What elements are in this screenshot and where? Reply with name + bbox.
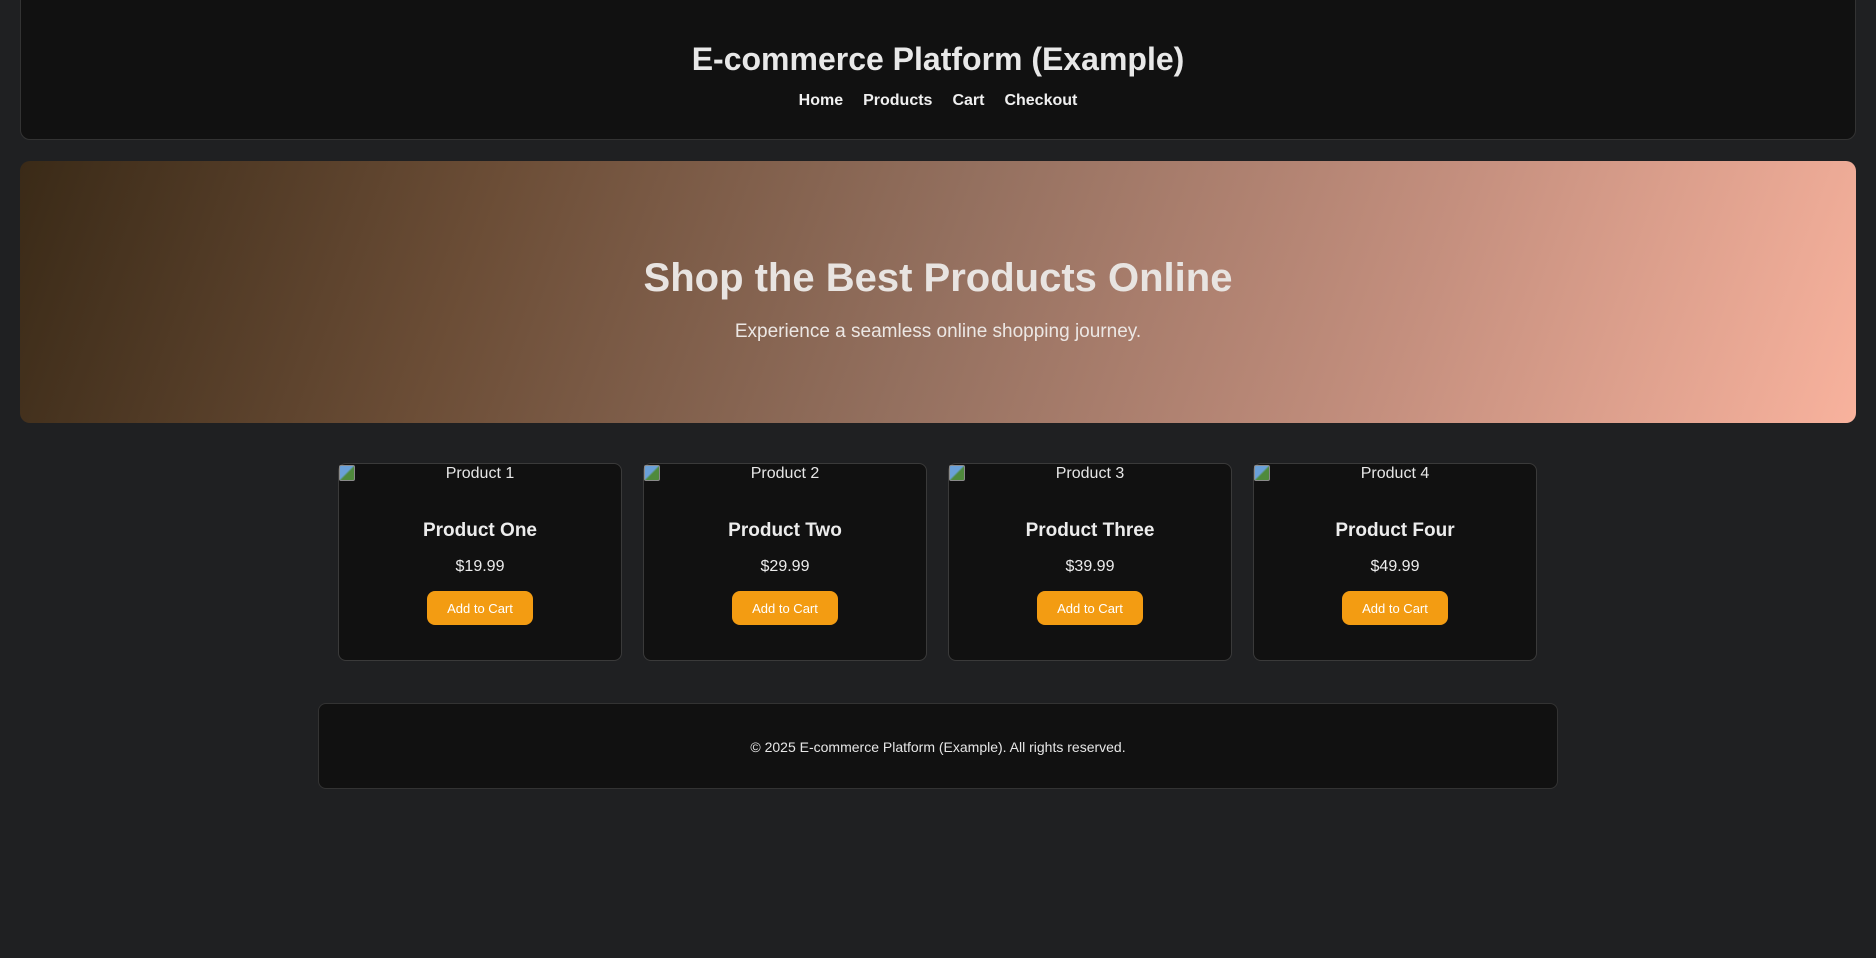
- copyright-text: © 2025 E-commerce Platform (Example). Al…: [750, 739, 1126, 755]
- broken-image-icon: [339, 465, 355, 481]
- broken-image-icon: [949, 465, 965, 481]
- product-name: Product Four: [1335, 520, 1455, 541]
- add-to-cart-button[interactable]: Add to Cart: [1342, 591, 1448, 625]
- product-card: Product 4 Product Four $49.99 Add to Car…: [1253, 463, 1537, 661]
- broken-image-icon: [1254, 465, 1270, 481]
- nav-link-home[interactable]: Home: [799, 92, 843, 110]
- main-nav: Home Products Cart Checkout: [21, 92, 1855, 110]
- site-title: E-commerce Platform (Example): [691, 41, 1185, 77]
- add-to-cart-button[interactable]: Add to Cart: [427, 591, 533, 625]
- product-image-alt: Product 2: [750, 465, 820, 482]
- site-footer: © 2025 E-commerce Platform (Example). Al…: [318, 703, 1558, 789]
- add-to-cart-button[interactable]: Add to Cart: [1037, 591, 1143, 625]
- nav-link-products[interactable]: Products: [863, 92, 932, 110]
- product-name: Product One: [422, 520, 537, 541]
- product-image: Product 1: [339, 464, 621, 484]
- product-card: Product 3 Product Three $39.99 Add to Ca…: [948, 463, 1232, 661]
- add-to-cart-button[interactable]: Add to Cart: [732, 591, 838, 625]
- hero-subtitle: Experience a seamless online shopping jo…: [734, 321, 1142, 342]
- product-card: Product 2 Product Two $29.99 Add to Cart: [643, 463, 927, 661]
- broken-image-icon: [644, 465, 660, 481]
- nav-link-checkout[interactable]: Checkout: [1004, 92, 1077, 110]
- product-image: Product 2: [644, 464, 926, 484]
- product-price: $19.99: [455, 558, 505, 575]
- nav-link-cart[interactable]: Cart: [952, 92, 984, 110]
- product-image-alt: Product 1: [445, 465, 515, 482]
- product-name: Product Two: [728, 520, 842, 541]
- hero-banner: Shop the Best Products Online Experience…: [20, 161, 1856, 423]
- product-image: Product 4: [1254, 464, 1536, 484]
- hero-title: Shop the Best Products Online: [643, 256, 1233, 300]
- product-card: Product 1 Product One $19.99 Add to Cart: [338, 463, 622, 661]
- product-price: $39.99: [1065, 558, 1115, 575]
- product-image-alt: Product 3: [1055, 465, 1125, 482]
- product-grid: Product 1 Product One $19.99 Add to Cart…: [338, 463, 1537, 661]
- product-image-alt: Product 4: [1360, 465, 1430, 482]
- product-price: $49.99: [1370, 558, 1420, 575]
- product-price: $29.99: [760, 558, 810, 575]
- product-name: Product Three: [1025, 520, 1155, 541]
- product-image: Product 3: [949, 464, 1231, 484]
- site-header: E-commerce Platform (Example) Home Produ…: [20, 0, 1856, 140]
